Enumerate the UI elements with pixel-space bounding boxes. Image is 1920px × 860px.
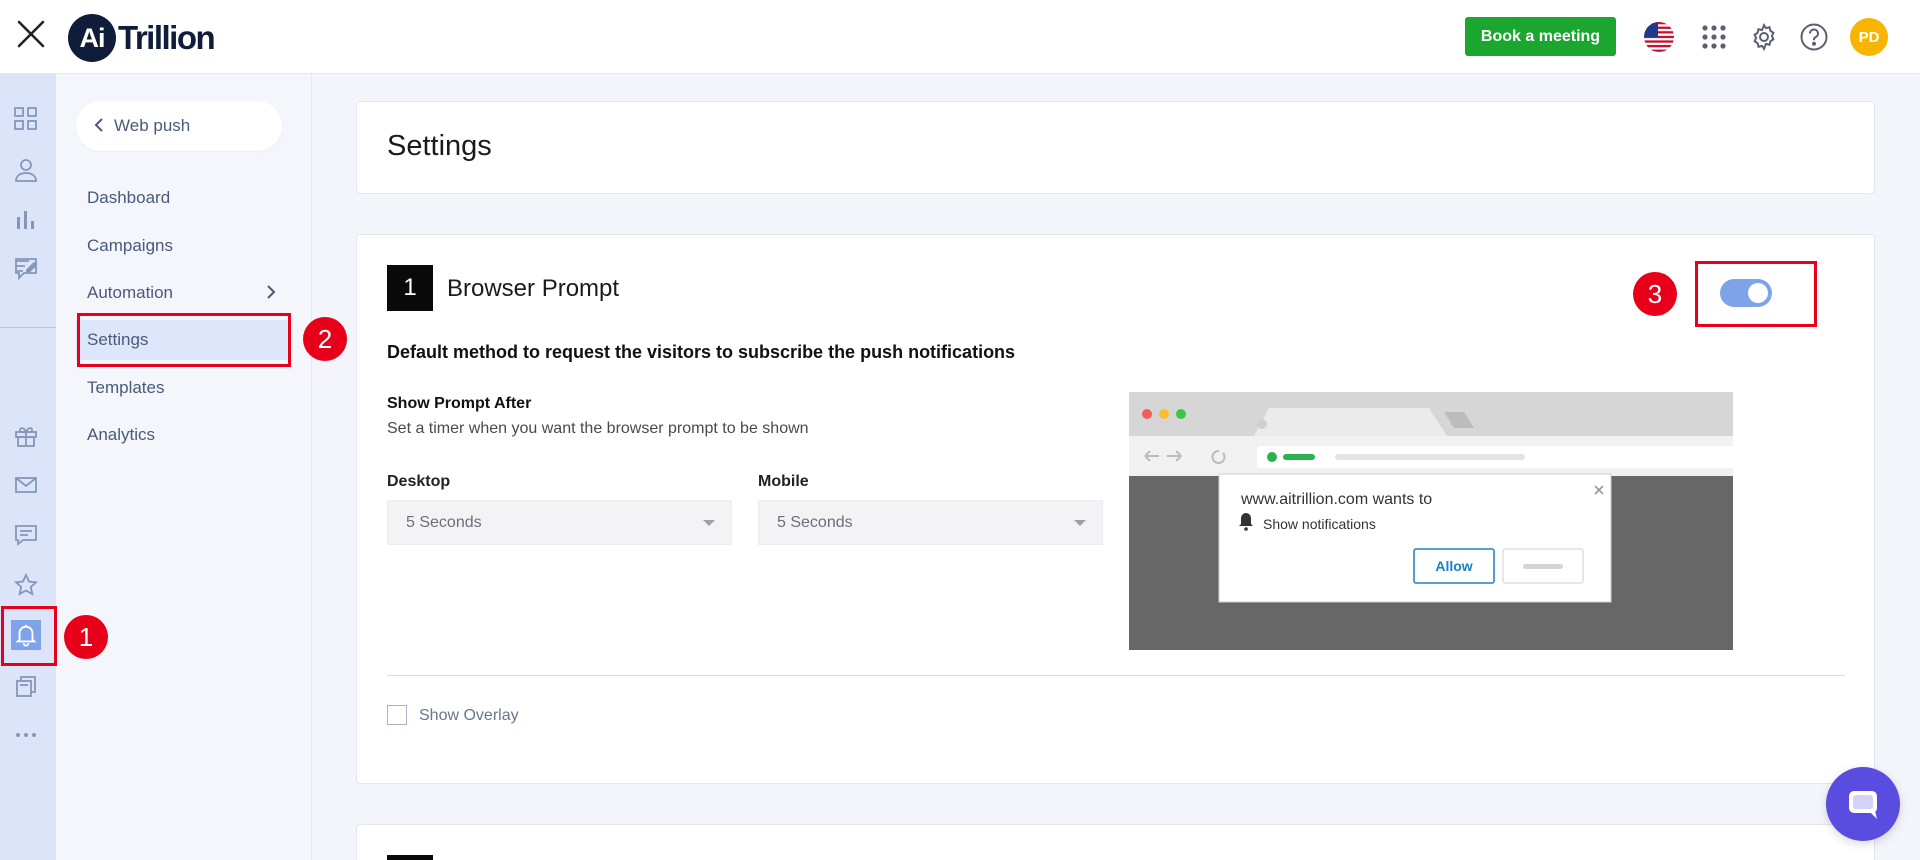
settings-header-card: Settings xyxy=(356,101,1875,194)
show-overlay-checkbox[interactable] xyxy=(387,705,407,725)
next-section-card xyxy=(356,824,1875,860)
annotation-box-2 xyxy=(77,313,291,367)
mobile-label: Mobile xyxy=(758,473,809,490)
section-description: Default method to request the visitors t… xyxy=(387,342,1016,362)
copy-icon[interactable] xyxy=(11,671,41,701)
desktop-delay-select[interactable]: 5 Seconds xyxy=(387,500,732,545)
step-number: 1 xyxy=(387,265,433,311)
mobile-delay-select[interactable]: 5 Seconds xyxy=(758,500,1103,545)
chevron-right-icon xyxy=(266,284,276,305)
help-icon[interactable] xyxy=(1797,20,1831,54)
show-prompt-after-label: Show Prompt After xyxy=(387,395,532,412)
browser-prompt-card: 1 Browser Prompt Default method to reque… xyxy=(356,234,1875,784)
dashboard-grid-icon[interactable] xyxy=(11,104,41,134)
top-bar: Ai Trillion Book a meeting PD xyxy=(0,0,1920,74)
apps-grid-icon[interactable] xyxy=(1697,20,1731,54)
preview-site-text: www.aitrillion.com wants to xyxy=(1241,491,1433,508)
nav-label: Dashboard xyxy=(87,188,171,207)
user-icon[interactable] xyxy=(11,155,41,185)
gear-icon[interactable] xyxy=(1747,20,1781,54)
chevron-left-icon xyxy=(94,116,104,137)
star-icon[interactable] xyxy=(11,570,41,600)
nav-item-campaigns[interactable]: Campaigns xyxy=(76,226,290,266)
close-icon[interactable] xyxy=(14,17,48,51)
show-overlay-label: Show Overlay xyxy=(419,707,519,724)
chat-icon[interactable] xyxy=(11,520,41,550)
nav-item-automation[interactable]: Automation xyxy=(76,273,290,313)
caret-down-icon xyxy=(703,520,715,526)
page-title: Settings xyxy=(387,130,492,162)
annotation-box-1 xyxy=(1,606,57,666)
chat-bubble-icon xyxy=(1849,791,1877,819)
nav-label: Analytics xyxy=(87,425,156,444)
nav-item-templates[interactable]: Templates xyxy=(76,368,290,408)
next-step-number xyxy=(387,855,433,860)
aitrillion-logo[interactable]: Ai Trillion xyxy=(68,14,216,62)
caret-down-icon xyxy=(1074,520,1086,526)
rail-divider xyxy=(0,327,56,328)
nav-label: Automation xyxy=(87,283,173,302)
nav-label: Templates xyxy=(87,378,165,397)
webpush-subnav: Web push Dashboard Campaigns Automation … xyxy=(56,74,312,860)
annotation-badge-2: 2 xyxy=(303,317,347,361)
book-meeting-button[interactable]: Book a meeting xyxy=(1465,17,1616,56)
show-prompt-after-desc: Set a timer when you want the browser pr… xyxy=(387,420,809,437)
user-avatar[interactable]: PD xyxy=(1850,18,1888,56)
annotation-badge-3: 3 xyxy=(1633,272,1677,316)
more-icon[interactable] xyxy=(11,720,41,750)
nav-label: Campaigns xyxy=(87,236,173,255)
nav-item-dashboard[interactable]: Dashboard xyxy=(76,178,290,218)
mobile-delay-value: 5 Seconds xyxy=(777,513,853,531)
mail-icon[interactable] xyxy=(11,470,41,500)
bar-chart-icon[interactable] xyxy=(11,205,41,235)
logo-text: Trillion xyxy=(118,19,216,56)
us-flag-icon[interactable] xyxy=(1642,20,1676,54)
section-title: Browser Prompt xyxy=(447,275,620,302)
desktop-delay-value: 5 Seconds xyxy=(406,513,482,531)
chat-widget-button[interactable] xyxy=(1826,767,1900,841)
gift-icon[interactable] xyxy=(11,421,41,451)
icon-rail xyxy=(0,74,56,860)
desktop-label: Desktop xyxy=(387,473,451,490)
browser-prompt-preview: www.aitrillion.com wants to Show notific… xyxy=(1129,392,1733,650)
nav-item-analytics[interactable]: Analytics xyxy=(76,415,290,455)
edit-note-icon[interactable] xyxy=(11,254,41,284)
section-divider xyxy=(387,675,1845,676)
back-label: Web push xyxy=(114,116,191,135)
annotation-box-3 xyxy=(1695,261,1817,327)
back-to-webpush-button[interactable]: Web push xyxy=(76,101,282,151)
preview-allow-button: Allow xyxy=(1435,558,1473,574)
annotation-badge-1: 1 xyxy=(64,615,108,659)
preview-notification-text: Show notifications xyxy=(1263,516,1376,532)
logo-mark: Ai xyxy=(68,14,116,62)
